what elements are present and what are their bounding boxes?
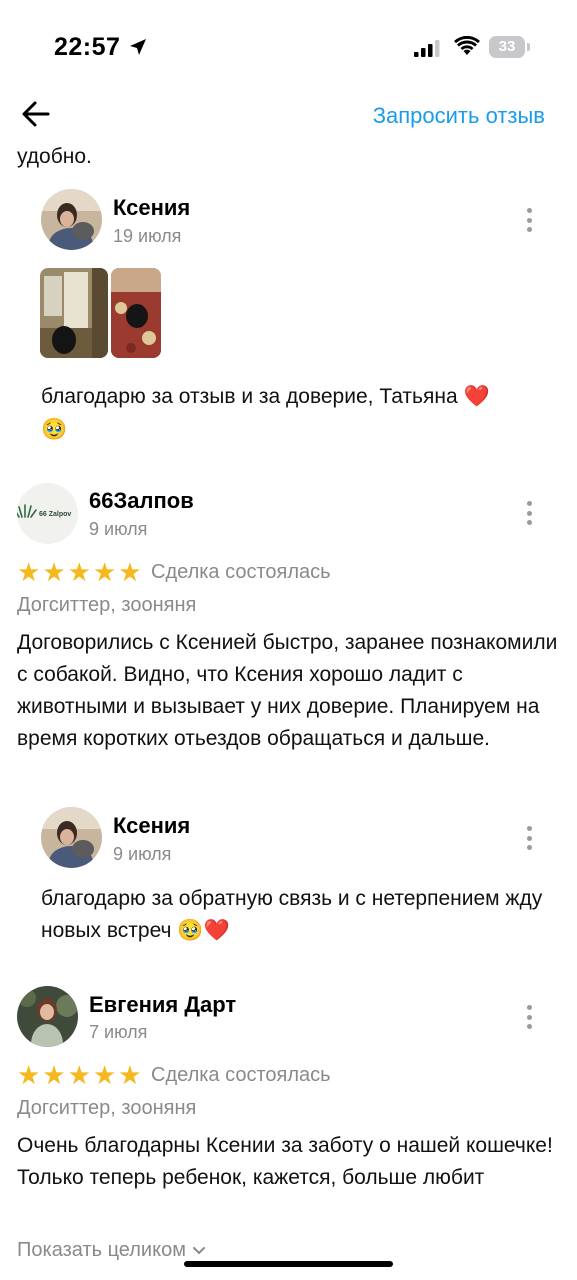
more-options-icon[interactable] [524, 826, 534, 850]
reply-author-name[interactable]: Ксения [113, 195, 190, 221]
back-arrow-icon[interactable] [20, 98, 52, 130]
deal-status: Сделка состоялась [151, 561, 331, 583]
cellular-signal-icon [414, 40, 440, 57]
avatar-66zalpov[interactable]: 66 Zalpov [17, 483, 78, 544]
review-text: Очень благодарны Ксении за заботу о наше… [17, 1134, 553, 1189]
reply-date: 9 июля [113, 844, 172, 864]
review-date: 7 июля [89, 1022, 148, 1042]
show-full-link[interactable]: Показать целиком [17, 1239, 206, 1262]
chevron-down-icon [192, 1246, 205, 1254]
reply-photo-thumbnail[interactable] [40, 268, 108, 358]
request-review-button[interactable]: Запросить отзыв [373, 103, 545, 129]
star-icon: ★ [92, 557, 117, 587]
battery-indicator: 33 [489, 36, 525, 58]
review-date: 9 июля [89, 519, 148, 539]
previous-review-text-fragment: удобно. [17, 145, 92, 168]
avatar-ksenia[interactable] [41, 807, 102, 868]
reply-photo-thumbnail[interactable] [111, 268, 161, 358]
home-indicator[interactable] [184, 1261, 393, 1267]
review-author-name[interactable]: 66Залпов [89, 488, 194, 514]
service-category: Догситтер, зооняня [17, 1097, 197, 1119]
deal-status: Сделка состоялась [151, 1064, 331, 1086]
reply-date: 19 июля [113, 226, 182, 246]
location-arrow-icon [130, 39, 146, 55]
avatar-evgenia[interactable] [17, 986, 78, 1047]
rating-stars: ★ ★ ★ ★ ★ [17, 559, 142, 585]
brand-logo-icon [17, 504, 37, 518]
rating-stars: ★ ★ ★ ★ ★ [17, 1062, 142, 1088]
star-icon: ★ [42, 1060, 66, 1090]
review-text: Договорились с Ксенией быстро, заранее п… [17, 631, 558, 750]
star-icon: ★ [118, 1060, 142, 1090]
avatar-ksenia[interactable] [41, 189, 102, 250]
service-category: Догситтер, зооняня [17, 594, 197, 616]
more-options-icon[interactable] [524, 208, 534, 232]
star-icon: ★ [67, 1060, 91, 1090]
logo-text: 66 Zalpov [39, 511, 71, 518]
review-author-name[interactable]: Евгения Дарт [89, 992, 236, 1018]
status-time: 22:57 [54, 33, 121, 61]
battery-cap [527, 43, 530, 51]
show-full-label: Показать целиком [17, 1239, 186, 1261]
battery-level: 33 [498, 38, 516, 55]
star-icon: ★ [118, 557, 142, 587]
more-options-icon[interactable] [524, 501, 534, 525]
star-icon: ★ [17, 557, 41, 587]
reply-emoji: 🥹 [41, 418, 68, 441]
star-icon: ★ [92, 1060, 117, 1090]
reply-author-name[interactable]: Ксения [113, 813, 190, 839]
star-icon: ★ [42, 557, 66, 587]
star-icon: ★ [17, 1060, 41, 1090]
wifi-icon [454, 36, 480, 55]
more-options-icon[interactable] [524, 1005, 534, 1029]
star-icon: ★ [67, 557, 91, 587]
reply-text: благодарю за обратную связь и с нетерпен… [41, 887, 543, 942]
reply-text: благодарю за отзыв и за доверие, Татьяна… [41, 385, 490, 408]
